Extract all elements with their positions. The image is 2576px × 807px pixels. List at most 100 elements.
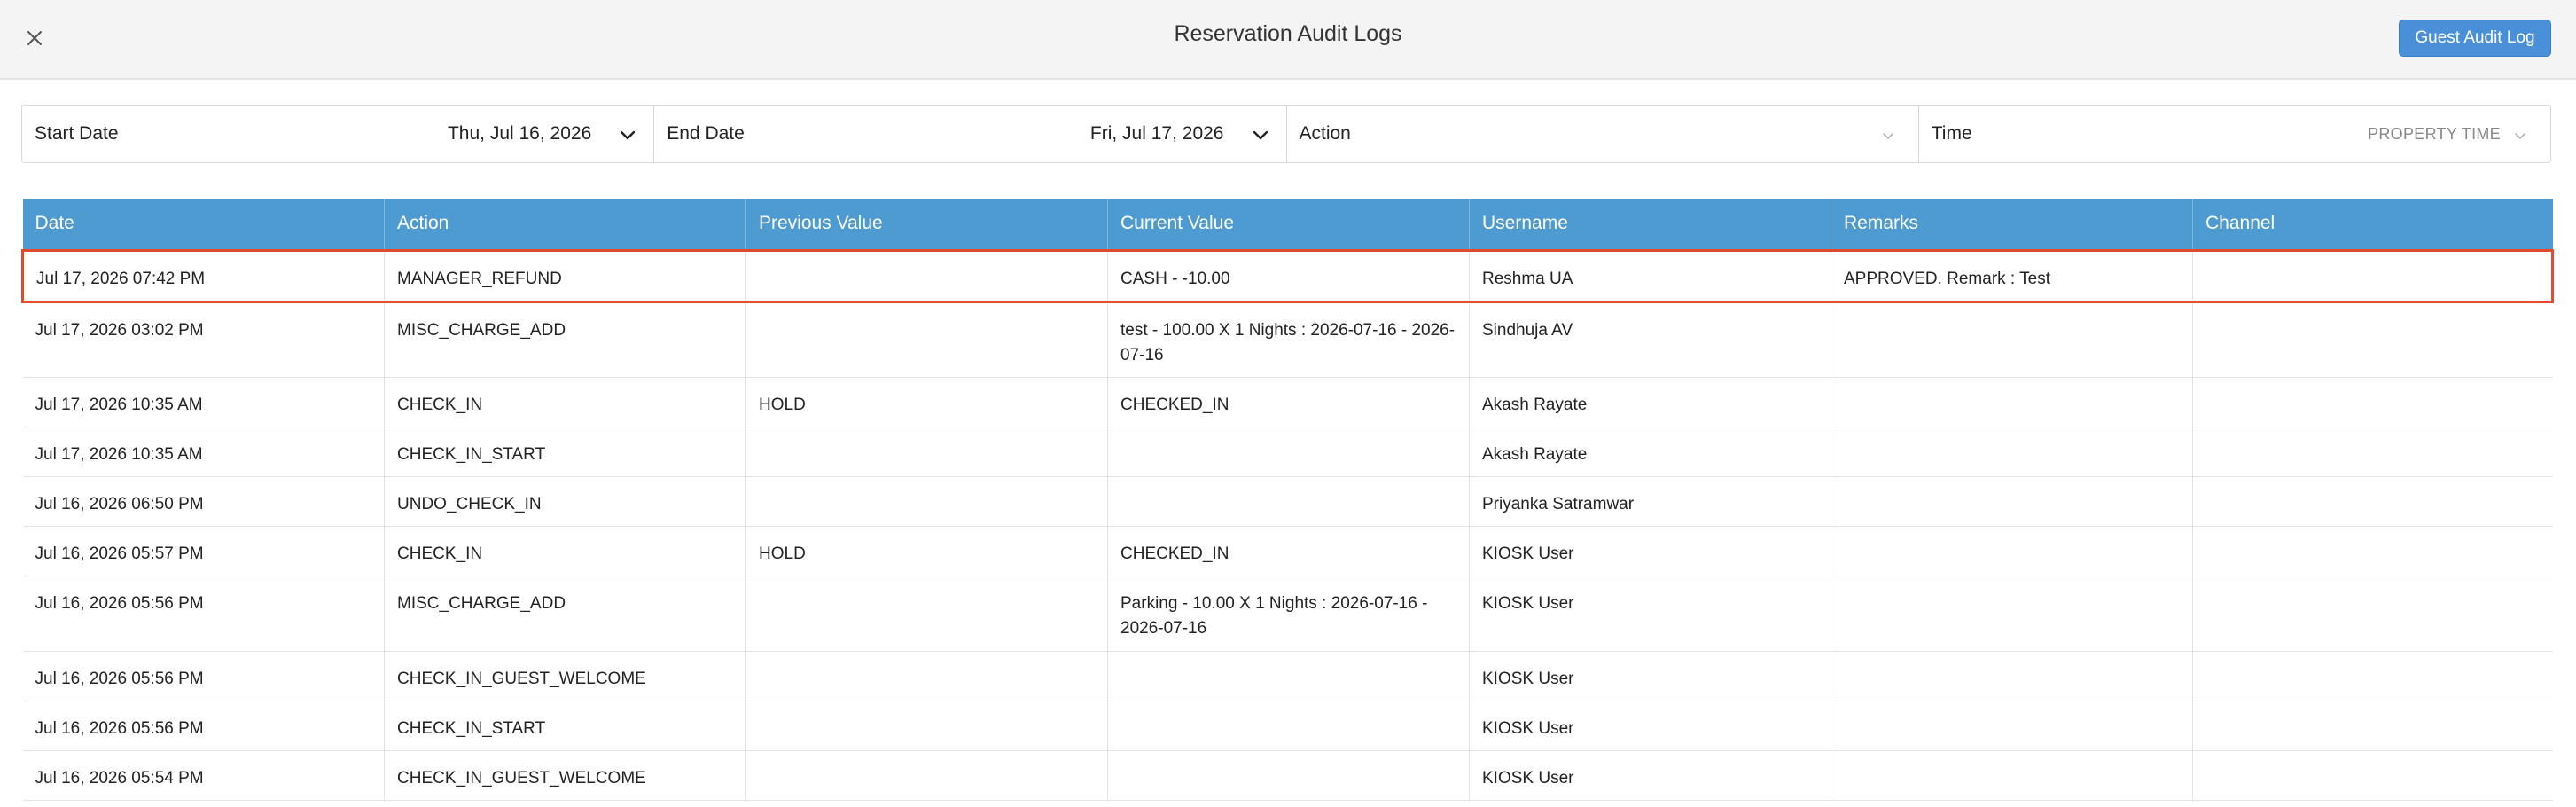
- cell-previous-value: [745, 701, 1108, 751]
- cell-action: CHECK_IN_START: [384, 427, 746, 477]
- cell-action: CHECK_IN: [384, 377, 746, 427]
- cell-remarks: [1831, 701, 2193, 751]
- table-row[interactable]: Jul 16, 2026 05:56 PM CHECK_IN_GUEST_WEL…: [22, 651, 2553, 701]
- page-title: Reservation Audit Logs: [1174, 21, 1402, 46]
- cell-current-value: Parking - 10.00 X 1 Nights : 2026-07-16 …: [1107, 576, 1470, 652]
- table-row[interactable]: Jul 16, 2026 05:54 PM CHECK_IN_GUEST_WEL…: [22, 750, 2553, 801]
- cell-date: Jul 17, 2026 10:35 AM: [22, 377, 385, 427]
- cell-date: Jul 16, 2026 05:54 PM: [22, 750, 385, 801]
- cell-remarks: [1831, 427, 2193, 477]
- end-date-filter[interactable]: End Date Fri, Jul 17, 2026: [654, 106, 1287, 162]
- guest-audit-log-button[interactable]: Guest Audit Log: [2399, 20, 2551, 57]
- cell-date: Jul 16, 2026 05:57 PM: [22, 526, 385, 576]
- cell-date: Jul 16, 2026 06:50 PM: [22, 476, 385, 527]
- cell-date: Jul 16, 2026 05:56 PM: [22, 701, 385, 751]
- cell-action: MISC_CHARGE_ADD: [384, 576, 746, 652]
- cell-remarks: [1831, 750, 2193, 801]
- table-row[interactable]: Jul 16, 2026 05:56 PM MISC_CHARGE_ADD Pa…: [22, 576, 2553, 652]
- cell-action: CHECK_IN_GUEST_WELCOME: [384, 651, 746, 701]
- table-row[interactable]: Jul 17, 2026 07:42 PM MANAGER_REFUND CAS…: [21, 248, 2554, 303]
- cell-date: Jul 17, 2026 03:02 PM: [22, 302, 385, 378]
- cell-channel: [2192, 248, 2554, 303]
- cell-channel: [2192, 476, 2553, 527]
- cell-date: Jul 16, 2026 05:56 PM: [22, 576, 385, 652]
- cell-channel: [2192, 427, 2553, 477]
- chevron-down-icon[interactable]: [2513, 129, 2527, 143]
- cell-remarks: APPROVED. Remark : Test: [1831, 248, 2193, 303]
- cell-channel: [2192, 302, 2553, 378]
- cell-remarks: [1831, 576, 2193, 652]
- cell-remarks: [1831, 651, 2193, 701]
- cell-username: KIOSK User: [1469, 701, 1831, 751]
- cell-date: Jul 17, 2026 07:42 PM: [21, 248, 385, 303]
- cell-current-value: test - 100.00 X 1 Nights : 2026-07-16 - …: [1107, 302, 1470, 378]
- cell-previous-value: HOLD: [745, 526, 1108, 576]
- cell-username: Priyanka Satramwar: [1469, 476, 1831, 527]
- table-row[interactable]: Jul 16, 2026 05:56 PM CHECK_IN_START KIO…: [22, 701, 2553, 751]
- cell-previous-value: [745, 476, 1108, 527]
- cell-action: MANAGER_REFUND: [384, 248, 746, 303]
- cell-date: Jul 17, 2026 10:35 AM: [22, 427, 385, 477]
- cell-remarks: [1831, 476, 2193, 527]
- cell-previous-value: [745, 576, 1108, 652]
- cell-remarks: [1831, 526, 2193, 576]
- cell-previous-value: [745, 651, 1108, 701]
- cell-previous-value: [745, 302, 1108, 378]
- table-row[interactable]: Jul 16, 2026 06:50 PM UNDO_CHECK_IN Priy…: [22, 476, 2553, 527]
- cell-previous-value: [745, 427, 1108, 477]
- filter-bar: Start Date Thu, Jul 16, 2026 End Date Fr…: [21, 105, 2551, 163]
- cell-action: UNDO_CHECK_IN: [384, 476, 746, 527]
- end-date-value: Fri, Jul 17, 2026: [1089, 123, 1224, 144]
- cell-action: CHECK_IN_START: [384, 701, 746, 751]
- modal-header: Reservation Audit Logs Guest Audit Log: [0, 0, 2576, 80]
- column-header-action[interactable]: Action: [384, 199, 746, 250]
- cell-channel: [2192, 526, 2553, 576]
- table-row[interactable]: Jul 17, 2026 10:35 AM CHECK_IN HOLD CHEC…: [22, 377, 2553, 427]
- chevron-down-icon[interactable]: [618, 125, 637, 145]
- time-filter[interactable]: Time PROPERTY TIME: [1919, 106, 2550, 162]
- column-header-previous-value[interactable]: Previous Value: [745, 199, 1108, 250]
- start-date-filter[interactable]: Start Date Thu, Jul 16, 2026: [22, 106, 655, 162]
- cell-remarks: [1831, 377, 2193, 427]
- cell-current-value: [1107, 651, 1470, 701]
- cell-current-value: [1107, 476, 1470, 527]
- cell-current-value: CHECKED_IN: [1107, 526, 1470, 576]
- column-header-remarks[interactable]: Remarks: [1831, 199, 2193, 250]
- cell-previous-value: HOLD: [745, 377, 1108, 427]
- time-filter-label: Time: [1931, 123, 1972, 144]
- cell-channel: [2192, 701, 2553, 751]
- cell-username: Reshma UA: [1469, 248, 1831, 303]
- table-row[interactable]: Jul 17, 2026 03:02 PM MISC_CHARGE_ADD te…: [22, 302, 2553, 378]
- cell-username: Akash Rayate: [1469, 427, 1831, 477]
- start-date-label: Start Date: [35, 123, 119, 144]
- cell-current-value: CHECKED_IN: [1107, 377, 1470, 427]
- audit-log-table: Date Action Previous Value Current Value…: [21, 199, 2554, 801]
- table-row[interactable]: Jul 17, 2026 10:35 AM CHECK_IN_START Aka…: [22, 427, 2553, 477]
- cell-current-value: CASH - -10.00: [1107, 248, 1470, 303]
- cell-current-value: [1107, 427, 1470, 477]
- cell-previous-value: [745, 248, 1108, 303]
- cell-current-value: [1107, 701, 1470, 751]
- table-row[interactable]: Jul 16, 2026 05:57 PM CHECK_IN HOLD CHEC…: [22, 526, 2553, 576]
- cell-username: KIOSK User: [1469, 576, 1831, 652]
- column-header-username[interactable]: Username: [1469, 199, 1831, 250]
- cell-current-value: [1107, 750, 1470, 801]
- cell-action: CHECK_IN_GUEST_WELCOME: [384, 750, 746, 801]
- audit-log-table-container: Date Action Previous Value Current Value…: [21, 199, 2554, 801]
- cell-previous-value: [745, 750, 1108, 801]
- column-header-date[interactable]: Date: [22, 199, 385, 250]
- cell-username: Sindhuja AV: [1469, 302, 1831, 378]
- end-date-label: End Date: [667, 123, 745, 144]
- column-header-channel[interactable]: Channel: [2192, 199, 2553, 250]
- action-filter[interactable]: Action: [1287, 106, 1919, 162]
- cell-channel: [2192, 576, 2553, 652]
- cell-username: KIOSK User: [1469, 526, 1831, 576]
- cell-remarks: [1831, 302, 2193, 378]
- chevron-down-icon[interactable]: [1251, 125, 1270, 145]
- cell-date: Jul 16, 2026 05:56 PM: [22, 651, 385, 701]
- column-header-current-value[interactable]: Current Value: [1107, 199, 1470, 250]
- cell-username: KIOSK User: [1469, 750, 1831, 801]
- cell-action: CHECK_IN: [384, 526, 746, 576]
- chevron-down-icon[interactable]: [1881, 129, 1895, 143]
- action-filter-label: Action: [1299, 123, 1351, 144]
